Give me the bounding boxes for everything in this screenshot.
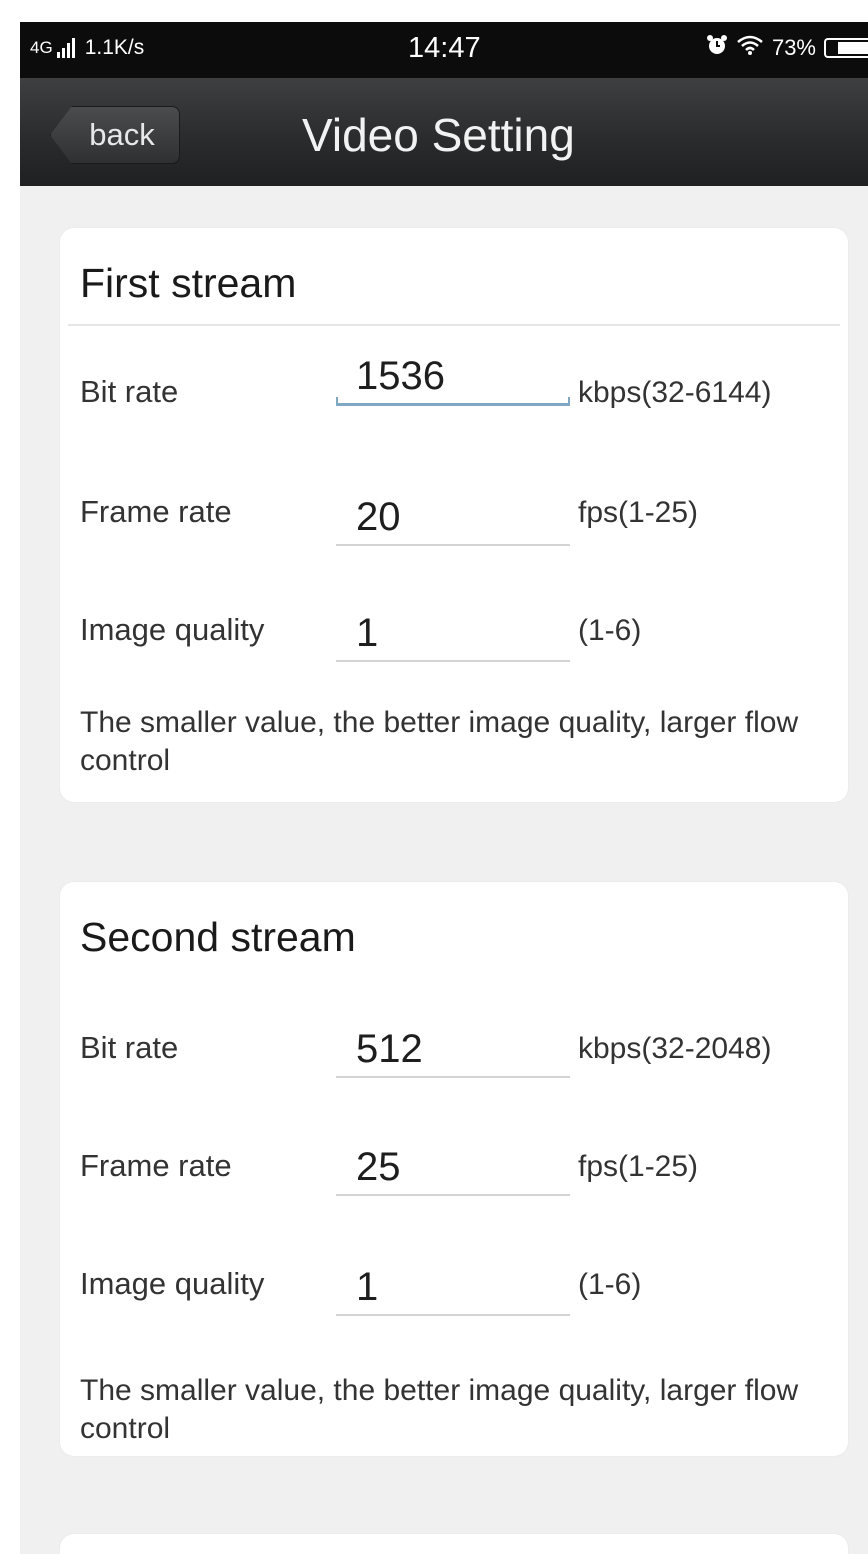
first-frame-rate-unit: fps(1-25)	[578, 496, 699, 529]
alarm-icon	[706, 34, 728, 62]
second-bit-rate-unit: kbps(32-2048)	[578, 1032, 772, 1065]
nav-bar: back Video Setting	[20, 78, 868, 186]
first-image-quality-field	[336, 606, 570, 662]
second-frame-rate-unit: fps(1-25)	[578, 1150, 699, 1183]
second-bit-rate-label: Bit rate	[80, 1030, 179, 1065]
second-image-quality-field	[336, 1260, 570, 1316]
battery-percent: 73%	[771, 35, 816, 60]
second-stream-card: Second stream Bit rate kbps(32-2048) Fra…	[60, 882, 848, 1456]
first-bit-rate-label: Bit rate	[80, 374, 179, 409]
first-image-quality-label: Image quality	[80, 612, 265, 647]
third-card	[60, 1534, 848, 1554]
first-bit-rate-unit: kbps(32-6144)	[578, 376, 772, 409]
first-bit-rate-input[interactable]	[336, 350, 570, 403]
second-image-quality-unit: (1-6)	[578, 1268, 642, 1301]
status-time: 14:47	[408, 32, 481, 64]
signal-icon	[56, 38, 75, 58]
status-left: 4G 1.1K/s	[30, 36, 144, 60]
second-frame-rate-input[interactable]	[336, 1140, 570, 1194]
network-type: 4G	[30, 38, 53, 57]
first-stream-title: First stream	[80, 260, 297, 306]
battery-icon	[824, 38, 868, 58]
first-stream-card: First stream Bit rate kbps(32-6144) Fram…	[60, 228, 848, 802]
first-bit-rate-field	[336, 350, 570, 406]
first-frame-rate-field	[336, 490, 570, 546]
first-frame-rate-label: Frame rate	[80, 494, 232, 529]
second-stream-note: The smaller value, the better image qual…	[80, 1374, 799, 1445]
first-image-quality-input[interactable]	[336, 606, 570, 660]
status-right: 73%	[706, 34, 868, 62]
wifi-icon	[736, 34, 764, 62]
second-frame-rate-field	[336, 1140, 570, 1196]
second-bit-rate-field	[336, 1022, 570, 1078]
status-bar: 4G 1.1K/s 14:47 73%	[20, 22, 868, 78]
second-stream-title: Second stream	[80, 914, 356, 960]
first-frame-rate-input[interactable]	[336, 490, 570, 544]
second-bit-rate-input[interactable]	[336, 1022, 570, 1076]
second-frame-rate-label: Frame rate	[80, 1148, 232, 1183]
network-speed: 1.1K/s	[84, 36, 145, 59]
second-image-quality-input[interactable]	[336, 1260, 570, 1314]
card-divider	[68, 324, 840, 326]
second-image-quality-label: Image quality	[80, 1266, 265, 1301]
first-image-quality-unit: (1-6)	[578, 614, 642, 647]
back-button[interactable]: back	[50, 106, 180, 164]
app-screen: 4G 1.1K/s 14:47 73% back Video Setting F…	[20, 22, 868, 1554]
page-title: Video Setting	[302, 109, 575, 161]
first-stream-note: The smaller value, the better image qual…	[80, 706, 799, 777]
